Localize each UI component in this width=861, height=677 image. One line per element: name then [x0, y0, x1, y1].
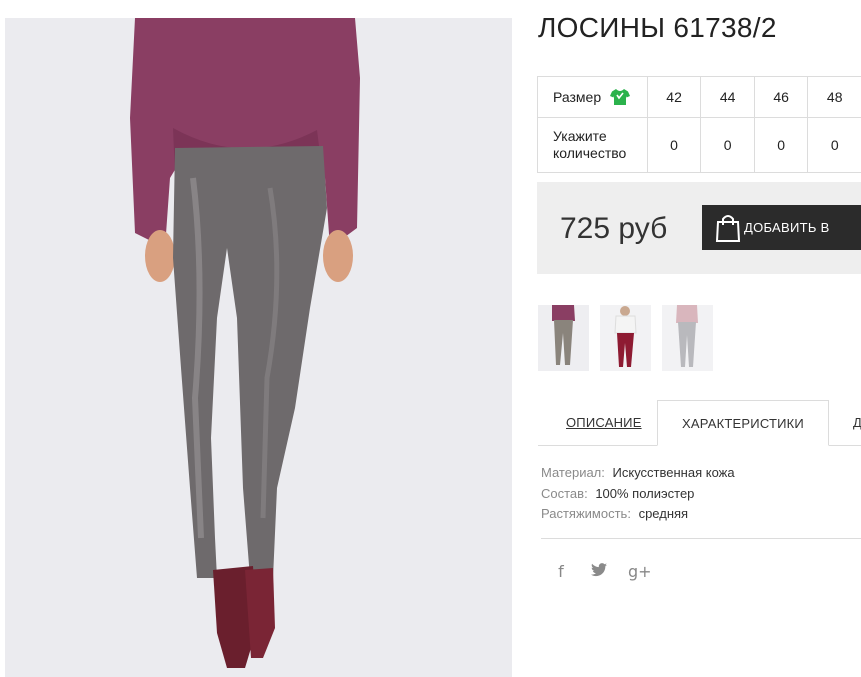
add-to-cart-button[interactable]: ДОБАВИТЬ В — [702, 205, 861, 250]
product-title: ЛОСИНЫ 61738/2 — [538, 12, 777, 43]
spec-key: Материал: — [541, 465, 605, 480]
spec-stretch: Растяжимость: средняя — [541, 504, 735, 525]
product-photo-illustration — [5, 18, 512, 677]
spec-key: Растяжимость: — [541, 506, 631, 521]
thumbnail-1[interactable] — [538, 305, 589, 371]
product-tabs: ОПИСАНИЕ ХАРАКТЕРИСТИКИ Д — [538, 400, 861, 446]
spec-composition: Состав: 100% полиэстер — [541, 484, 735, 505]
main-product-photo[interactable] — [5, 18, 512, 677]
t-shirt-icon[interactable] — [610, 88, 631, 106]
size-option-46[interactable]: 46 — [753, 76, 809, 118]
quantity-label-line2: количество — [553, 145, 627, 161]
size-option-42[interactable]: 42 — [646, 76, 702, 118]
quantity-input-46[interactable]: 0 — [753, 117, 809, 173]
quantity-input-48[interactable]: 0 — [807, 117, 861, 173]
social-share: f g+ — [552, 562, 652, 581]
spec-key: Состав: — [541, 485, 588, 501]
thumbnail-2[interactable] — [600, 305, 651, 371]
spec-value: 100% полиэстер — [595, 485, 695, 501]
add-to-cart-label: ДОБАВИТЬ В — [744, 220, 830, 235]
quantity-input-44[interactable]: 0 — [700, 117, 755, 173]
size-quantity-table: Размер 42 44 46 48 Укажите количество 0 … — [537, 76, 861, 173]
size-option-48[interactable]: 48 — [807, 76, 861, 118]
size-label: Размер — [553, 89, 602, 105]
quantity-label-line1: Укажите — [553, 128, 607, 144]
characteristics-list: Материал: Искусственная кожа Состав: 100… — [541, 463, 735, 525]
spec-value: средняя — [638, 506, 689, 521]
twitter-icon[interactable] — [590, 562, 608, 581]
section-divider — [541, 538, 861, 539]
price: 725 руб — [560, 212, 668, 245]
shopping-bag-icon — [714, 213, 742, 243]
facebook-icon[interactable]: f — [552, 562, 570, 581]
price-box: 725 руб ДОБАВИТЬ В — [537, 182, 861, 274]
thumbnail-3[interactable] — [662, 305, 713, 371]
tab-characteristics[interactable]: ХАРАКТЕРИСТИКИ — [657, 400, 829, 446]
size-option-44[interactable]: 44 — [700, 76, 755, 118]
spec-material: Материал: Искусственная кожа — [541, 463, 735, 484]
quantity-label-cell: Укажите количество — [537, 117, 648, 173]
spec-value: Искусственная кожа — [612, 465, 735, 480]
size-label-cell: Размер — [537, 76, 648, 118]
tab-description[interactable]: ОПИСАНИЕ — [566, 400, 642, 446]
google-plus-icon[interactable]: g+ — [628, 562, 652, 581]
thumbnail-gallery — [538, 305, 713, 371]
tab-third[interactable]: Д — [853, 400, 861, 446]
quantity-input-42[interactable]: 0 — [646, 117, 702, 173]
